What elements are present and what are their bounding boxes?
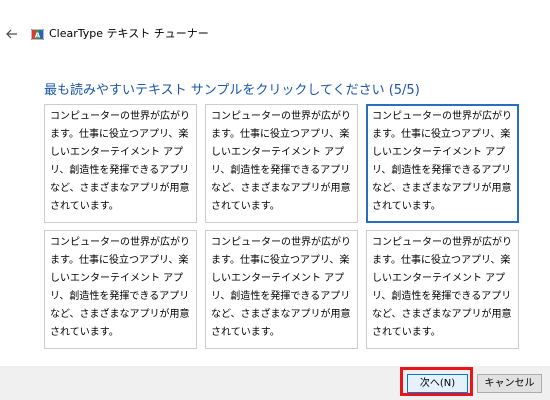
- cleartype-icon: A: [31, 29, 44, 40]
- sample-text: コンピューターの世界が広がります。仕事に役立つアプリ、楽しいエンターテイメント …: [372, 111, 512, 212]
- page-heading: 最も読みやすいテキスト サンプルをクリックしてください (5/5): [44, 83, 420, 98]
- next-button[interactable]: 次へ(N): [407, 374, 468, 393]
- title-bar: A ClearType テキスト チューナー: [0, 0, 550, 40]
- cancel-button[interactable]: キャンセル: [477, 374, 542, 393]
- sample-text: コンピューターの世界が広がります。仕事に役立つアプリ、楽しいエンターテイメント …: [211, 237, 351, 338]
- text-sample-3-selected[interactable]: コンピューターの世界が広がります。仕事に役立つアプリ、楽しいエンターテイメント …: [366, 104, 519, 223]
- sample-text: コンピューターの世界が広がります。仕事に役立つアプリ、楽しいエンターテイメント …: [50, 237, 190, 338]
- text-sample-4[interactable]: コンピューターの世界が広がります。仕事に役立つアプリ、楽しいエンターテイメント …: [44, 230, 197, 349]
- sample-text: コンピューターの世界が広がります。仕事に役立つアプリ、楽しいエンターテイメント …: [372, 237, 512, 338]
- window-title: ClearType テキスト チューナー: [49, 27, 209, 40]
- back-arrow-icon[interactable]: [3, 25, 21, 43]
- text-sample-5[interactable]: コンピューターの世界が広がります。仕事に役立つアプリ、楽しいエンターテイメント …: [205, 230, 358, 349]
- sample-text: コンピューターの世界が広がります。仕事に役立つアプリ、楽しいエンターテイメント …: [211, 111, 351, 212]
- svg-text:A: A: [35, 32, 41, 40]
- text-sample-2[interactable]: コンピューターの世界が広がります。仕事に役立つアプリ、楽しいエンターテイメント …: [205, 104, 358, 223]
- text-sample-6[interactable]: コンピューターの世界が広がります。仕事に役立つアプリ、楽しいエンターテイメント …: [366, 230, 519, 349]
- text-sample-1[interactable]: コンピューターの世界が広がります。仕事に役立つアプリ、楽しいエンターテイメント …: [44, 104, 197, 223]
- sample-text: コンピューターの世界が広がります。仕事に役立つアプリ、楽しいエンターテイメント …: [50, 111, 190, 212]
